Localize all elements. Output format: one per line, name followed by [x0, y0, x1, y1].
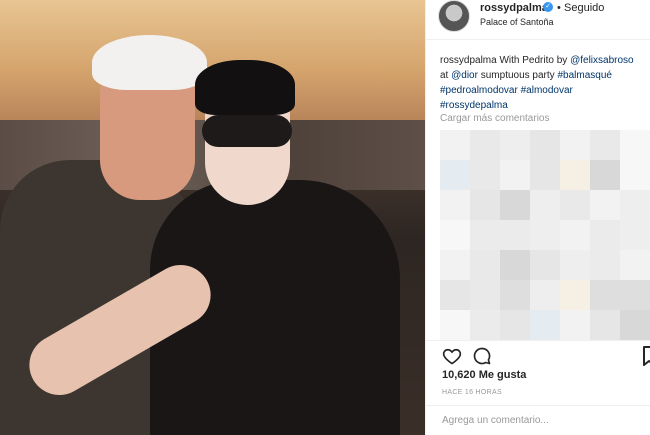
blurred-comment-cell — [560, 280, 590, 310]
post-side-panel: rossydpalma ✓ • Seguido Palace of Santoñ… — [425, 0, 650, 435]
blurred-comment-cell — [530, 190, 560, 220]
blurred-comment-cell — [590, 130, 620, 160]
blurred-comment-cell — [590, 160, 620, 190]
blurred-comment-cell — [440, 250, 470, 280]
caption-text: sumptuous party — [480, 70, 555, 81]
post-actions — [426, 340, 650, 370]
blurred-comment-cell — [530, 310, 560, 340]
blurred-comment-cell — [440, 220, 470, 250]
blurred-comment-cell — [620, 220, 650, 250]
blurred-comment-cell — [590, 250, 620, 280]
blurred-comment-cell — [470, 250, 500, 280]
blurred-comment-cell — [500, 310, 530, 340]
comment-icon[interactable] — [472, 346, 492, 366]
blurred-comment-cell — [470, 160, 500, 190]
blurred-comment-cell — [530, 220, 560, 250]
post-photo[interactable] — [0, 0, 425, 435]
blurred-comment-cell — [500, 160, 530, 190]
blurred-comment-cell — [620, 280, 650, 310]
verified-badge-icon: ✓ — [543, 2, 553, 12]
comment-box — [426, 405, 650, 435]
blurred-comment-cell — [440, 130, 470, 160]
blurred-comment-cell — [620, 310, 650, 340]
caption-hashtag[interactable]: #balmasqué — [557, 70, 611, 81]
caption-username[interactable]: rossydpalma — [440, 55, 497, 66]
caption-mention[interactable]: @felixsabroso — [570, 55, 634, 66]
blurred-comment-cell — [530, 160, 560, 190]
photo-lace-mask — [202, 115, 292, 147]
blurred-comment-cell — [470, 220, 500, 250]
blurred-comment-cell — [590, 280, 620, 310]
blurred-comment-cell — [440, 160, 470, 190]
location-link[interactable]: Palace of Santoña — [480, 17, 554, 27]
blurred-comment-cell — [500, 280, 530, 310]
blurred-comments-area — [440, 130, 650, 340]
post-caption: rossydpalma With Pedrito by @felixsabros… — [440, 53, 640, 113]
blurred-comment-cell — [500, 220, 530, 250]
blurred-comment-cell — [560, 130, 590, 160]
bookmark-icon[interactable] — [643, 346, 650, 366]
header-username[interactable]: rossydpalma — [480, 2, 548, 14]
blurred-comment-cell — [590, 220, 620, 250]
load-more-comments-button[interactable]: Cargar más comentarios — [440, 113, 549, 124]
post-timestamp: HACE 16 HORAS — [442, 389, 502, 396]
blurred-comment-cell — [500, 190, 530, 220]
follow-status-button[interactable]: Seguido — [564, 2, 604, 14]
blurred-comment-cell — [560, 160, 590, 190]
blurred-comment-cell — [500, 130, 530, 160]
blurred-comment-cell — [470, 280, 500, 310]
likes-count[interactable]: 10,620 Me gusta — [442, 369, 526, 381]
blurred-comment-cell — [620, 190, 650, 220]
caption-mention[interactable]: @dior — [451, 70, 478, 81]
blurred-comment-cell — [620, 250, 650, 280]
blurred-comment-cell — [620, 130, 650, 160]
blurred-comment-cell — [560, 220, 590, 250]
blurred-comment-cell — [530, 250, 560, 280]
blurred-comment-cell — [560, 190, 590, 220]
blurred-comment-cell — [590, 310, 620, 340]
heart-icon[interactable] — [442, 346, 462, 366]
blurred-comment-cell — [560, 250, 590, 280]
blurred-comment-cell — [470, 190, 500, 220]
blurred-comment-cell — [470, 130, 500, 160]
blurred-comment-cell — [620, 160, 650, 190]
post-header: rossydpalma ✓ • Seguido Palace of Santoñ… — [426, 0, 650, 40]
blurred-comment-cell — [440, 190, 470, 220]
avatar[interactable] — [438, 0, 470, 32]
blurred-comment-cell — [440, 280, 470, 310]
blurred-comment-cell — [530, 130, 560, 160]
caption-hashtag[interactable]: #rossydepalma — [440, 100, 508, 111]
blurred-comment-cell — [440, 310, 470, 340]
caption-hashtag[interactable]: #almodovar — [521, 85, 573, 96]
caption-text: at — [440, 70, 449, 81]
caption-hashtag[interactable]: #pedroalmodovar — [440, 85, 518, 96]
blurred-comment-cell — [560, 310, 590, 340]
photo-woman-hair — [195, 60, 295, 115]
blurred-comment-cell — [470, 310, 500, 340]
comment-input[interactable] — [442, 415, 642, 426]
photo-man-hair — [92, 35, 207, 90]
header-separator: • — [557, 2, 561, 14]
blurred-comment-cell — [500, 250, 530, 280]
blurred-comment-cell — [530, 280, 560, 310]
caption-text: With Pedrito by — [499, 55, 568, 66]
blurred-comment-cell — [590, 190, 620, 220]
